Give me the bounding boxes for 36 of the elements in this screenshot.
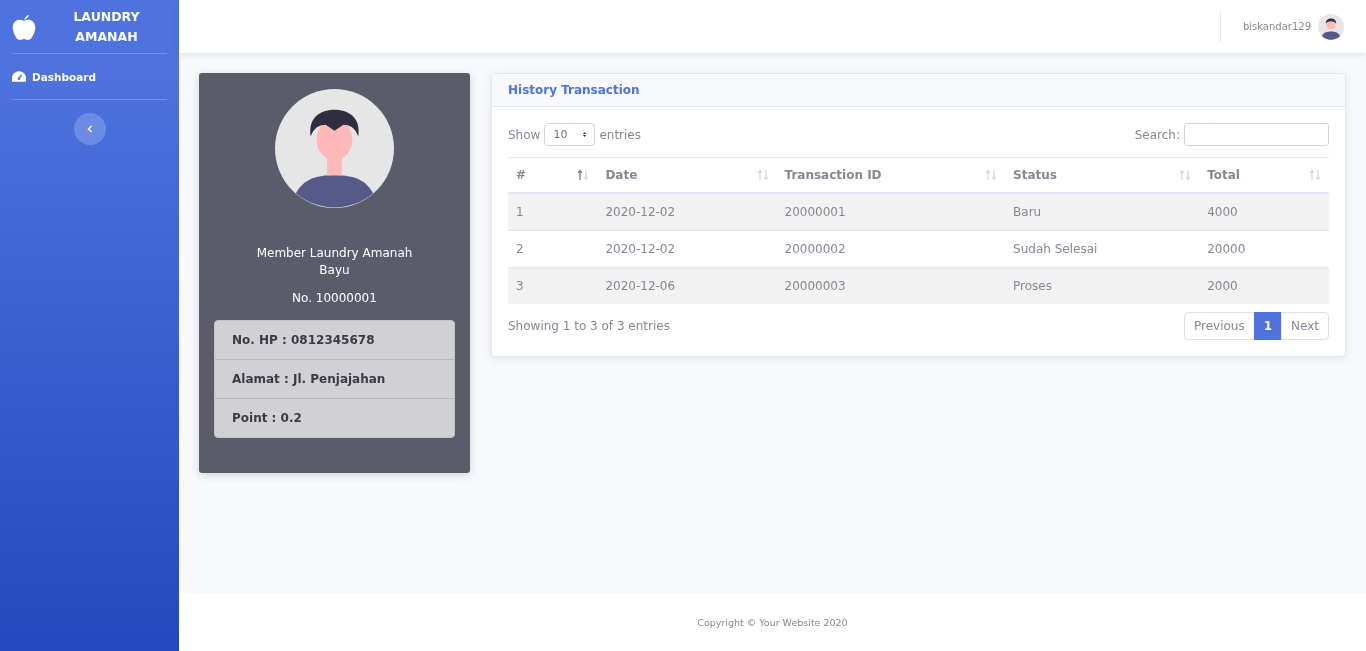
member-name: Bayu: [319, 263, 350, 277]
card-title: History Transaction: [508, 83, 640, 97]
avatar-icon: [275, 89, 394, 208]
table-cell: 2020-12-02: [597, 193, 777, 231]
member-title: Member Laundry Amanah: [256, 246, 413, 260]
detail-item: Alamat : Jl. Penjajahan: [215, 360, 454, 399]
username[interactable]: biskandar129: [1242, 21, 1311, 32]
table-cell: 3: [508, 267, 598, 304]
apple-logo-icon: [12, 12, 36, 41]
table-cell: 20000003: [776, 267, 1006, 304]
brand-name: LAUNDRY AMANAH: [72, 7, 141, 46]
search-label: Search:: [1134, 127, 1180, 142]
show-label: Show: [508, 127, 541, 142]
member-number: No. 10000001: [292, 291, 377, 305]
page-size-select[interactable]: 10: [544, 123, 596, 146]
detail-item: Point : 0.2: [231, 410, 303, 427]
table-cell: 20000001: [776, 193, 1006, 231]
table-cell: Baru: [1005, 193, 1200, 231]
detail-item: No. HP : 0812345678: [215, 321, 454, 360]
gauge-icon: [12, 71, 26, 82]
chevron-left-icon: [86, 125, 93, 133]
pagination-button[interactable]: Previous: [1183, 312, 1255, 340]
table-cell: 2020-12-06: [597, 267, 777, 304]
sidebar-toggle-button[interactable]: [73, 113, 106, 145]
table-cell: Proses: [1005, 267, 1200, 304]
avatar-icon[interactable]: [1318, 13, 1344, 40]
select-arrows-icon: [583, 130, 587, 139]
entries-label: entries: [599, 127, 641, 142]
table-cell: 2000: [1199, 267, 1329, 304]
table-cell: 1: [508, 193, 598, 231]
search-field[interactable]: [1184, 123, 1329, 146]
sidebar-item[interactable]: Dashboard: [12, 54, 167, 99]
table-cell: 4000: [1199, 193, 1329, 231]
entries-info: Showing 1 to 3 of 3 entries: [508, 319, 670, 333]
copyright-text: Copyright © Your Website 2020: [697, 616, 848, 628]
pagination-button[interactable]: Next: [1281, 312, 1329, 340]
